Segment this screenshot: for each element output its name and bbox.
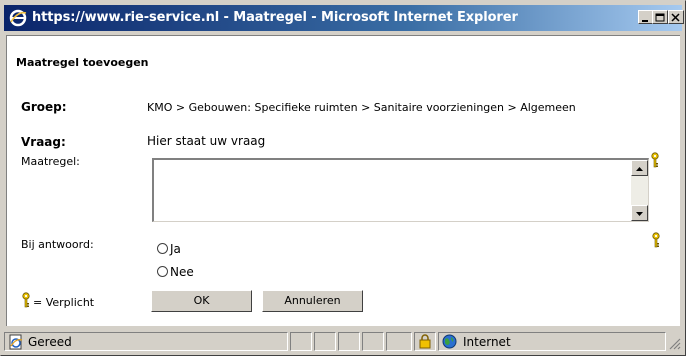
window-title: https://www.rie-service.nl - Maatregel -… (32, 10, 518, 25)
status-panel (386, 332, 412, 351)
radio-nee[interactable] (157, 266, 168, 277)
scroll-down-button[interactable] (631, 205, 648, 221)
zone-text: Internet (463, 335, 511, 349)
ok-button[interactable]: OK (151, 290, 252, 312)
status-panel (338, 332, 360, 351)
page-icon (9, 334, 23, 350)
groep-value: KMO > Gebouwen: Specifieke ruimten > San… (147, 101, 576, 114)
page-content: Maatregel toevoegen Groep: KMO > Gebouwe… (6, 35, 680, 326)
required-key-icon (22, 292, 30, 308)
page-heading: Maatregel toevoegen (16, 56, 149, 69)
status-panel (290, 332, 312, 351)
legend-text: = Verplicht (33, 296, 95, 309)
cancel-button[interactable]: Annuleren (262, 290, 363, 312)
minimize-icon (642, 20, 648, 22)
radio-nee-label[interactable]: Nee (170, 265, 194, 279)
status-text: Gereed (28, 335, 72, 349)
bij-antwoord-label: Bij antwoord: (21, 238, 94, 251)
required-key-icon (652, 232, 660, 248)
lock-icon (419, 334, 431, 349)
radio-ja-label[interactable]: Ja (170, 242, 181, 256)
title-bar[interactable]: https://www.rie-service.nl - Maatregel -… (4, 5, 684, 31)
groep-label: Groep: (21, 100, 67, 114)
textarea-scrollbar[interactable] (631, 160, 648, 221)
vraag-label: Vraag: (21, 135, 66, 149)
scroll-up-button[interactable] (631, 160, 648, 176)
radio-ja[interactable] (157, 243, 168, 254)
maximize-icon (655, 13, 665, 22)
arrow-up-icon (636, 167, 643, 171)
resize-grip-icon[interactable] (668, 337, 681, 350)
arrow-down-icon (636, 212, 643, 216)
close-button[interactable] (668, 10, 684, 24)
vraag-value: Hier staat uw vraag (147, 134, 266, 148)
status-panel (314, 332, 336, 351)
maatregel-label: Maatregel: (21, 155, 80, 168)
maatregel-textarea[interactable] (152, 158, 649, 222)
status-bar: Gereed Internet (4, 330, 684, 353)
required-key-icon (651, 152, 659, 168)
globe-icon (442, 334, 457, 349)
internet-explorer-icon (9, 9, 27, 27)
close-icon (671, 13, 680, 22)
maximize-button[interactable] (652, 10, 668, 24)
status-panel (362, 332, 384, 351)
browser-window: https://www.rie-service.nl - Maatregel -… (0, 0, 686, 356)
